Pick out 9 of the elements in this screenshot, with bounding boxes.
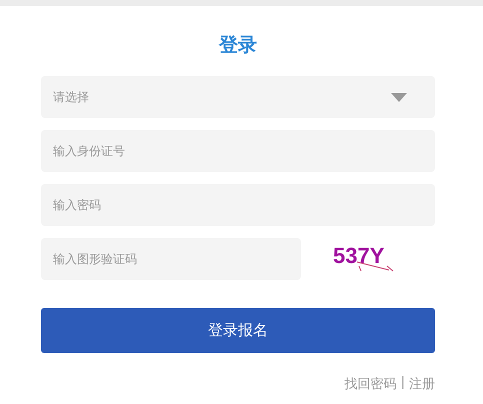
caret-icon [391,93,407,102]
password-field[interactable]: 输入密码 [41,184,435,226]
id-number-field[interactable]: 输入身份证号 [41,130,435,172]
link-separator: | [400,375,405,392]
captcha-field[interactable]: 输入图形验证码 [41,238,301,280]
login-title: 登录 [218,34,258,56]
login-register-button[interactable]: 登录报名 [41,308,435,353]
captcha-image[interactable]: 537Y [333,244,397,274]
select-dropdown[interactable]: 请选择 [41,76,435,118]
